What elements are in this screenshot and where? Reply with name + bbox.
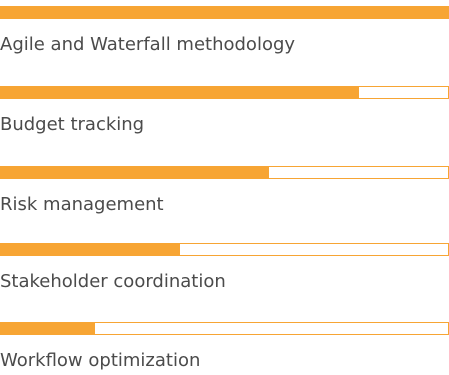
progress-bar bbox=[0, 86, 449, 99]
skill-label: Workflow optimization bbox=[0, 350, 201, 371]
progress-bar bbox=[0, 6, 449, 19]
progress-fill bbox=[1, 87, 359, 98]
skill-label: Stakeholder coordination bbox=[0, 271, 226, 292]
progress-bar bbox=[0, 166, 449, 179]
skill-label: Risk management bbox=[0, 194, 164, 215]
progress-bar bbox=[0, 243, 449, 256]
progress-fill bbox=[1, 167, 270, 178]
skill-label: Agile and Waterfall methodology bbox=[0, 34, 296, 55]
progress-fill bbox=[1, 7, 448, 18]
progress-bar bbox=[0, 322, 449, 335]
progress-fill bbox=[1, 244, 180, 255]
skill-label: Budget tracking bbox=[0, 114, 145, 135]
progress-fill bbox=[1, 323, 95, 334]
skills-list: Agile and Waterfall methodology Budget t… bbox=[0, 0, 449, 375]
